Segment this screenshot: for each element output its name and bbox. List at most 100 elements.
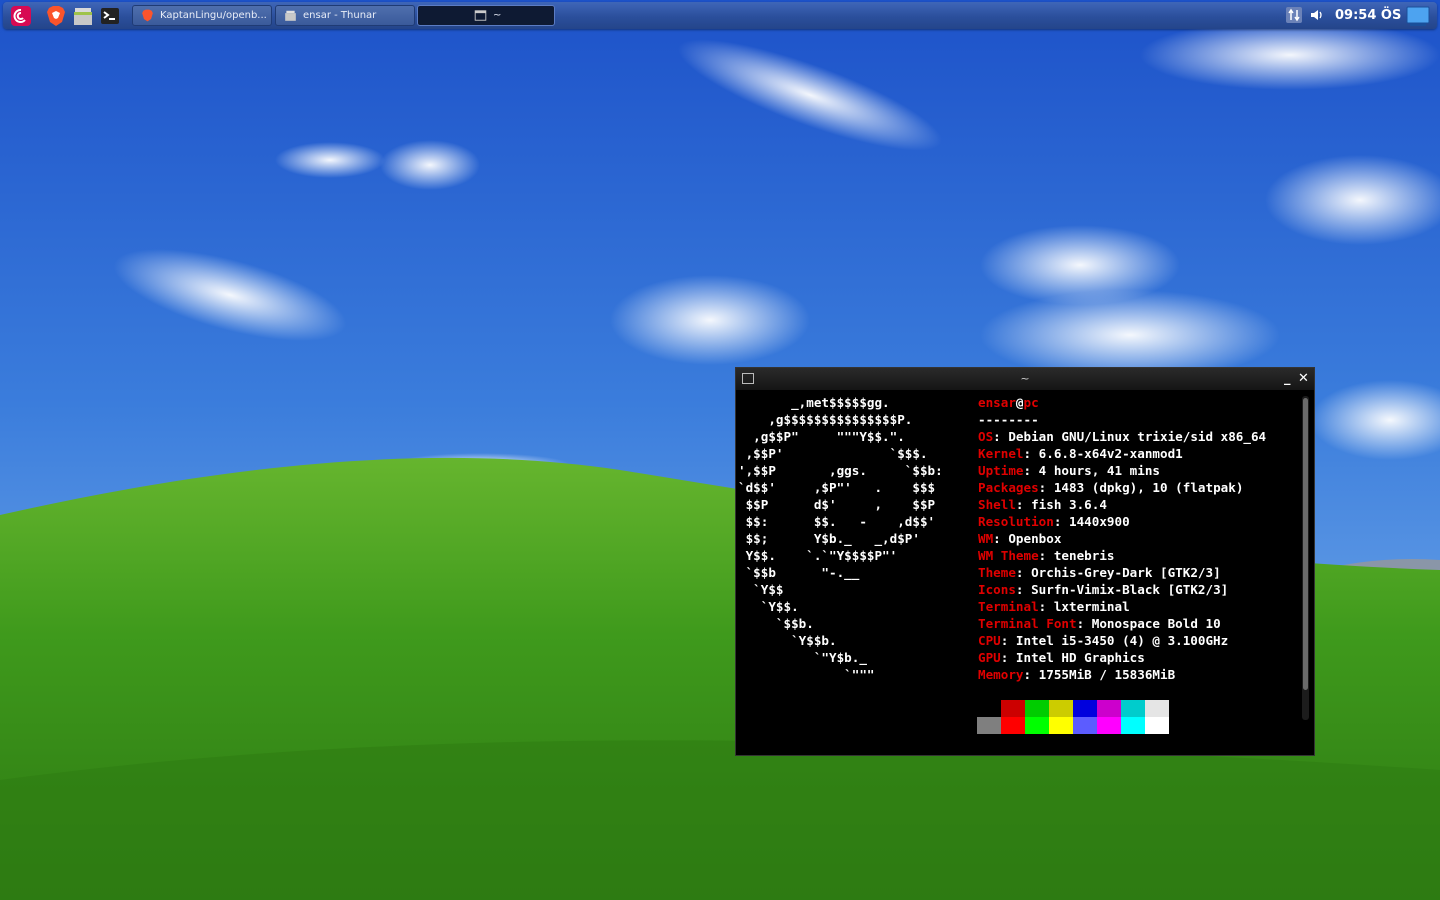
info-row: Uptime: 4 hours, 41 mins	[978, 462, 1266, 479]
close-icon[interactable]: ✕	[1298, 371, 1309, 386]
info-key: WM Theme	[978, 548, 1039, 563]
color-swatch	[977, 717, 1001, 734]
window-titlebar[interactable]: ~ _ ✕	[736, 368, 1314, 390]
info-row: Memory: 1755MiB / 15836MiB	[978, 666, 1266, 683]
info-row: WM Theme: tenebris	[978, 547, 1266, 564]
minimize-icon[interactable]: _	[1284, 371, 1291, 386]
info-colon: :	[1023, 446, 1039, 461]
info-value: 4 hours, 41 mins	[1038, 463, 1160, 478]
info-key: Icons	[978, 582, 1016, 597]
color-swatch	[1001, 700, 1025, 717]
color-swatch	[1049, 700, 1073, 717]
color-swatch	[1145, 717, 1169, 734]
color-swatch	[1145, 700, 1169, 717]
info-value: 6.6.8-x64v2-xanmod1	[1038, 446, 1183, 461]
show-desktop-icon[interactable]	[1406, 5, 1430, 27]
info-colon: :	[1038, 548, 1054, 563]
clock[interactable]: 09:54 ÖS	[1335, 2, 1401, 29]
info-colon: :	[1038, 480, 1054, 495]
ascii-logo-line: `Y$$b.	[738, 633, 837, 648]
info-key: GPU	[978, 650, 1001, 665]
info-key: Resolution	[978, 514, 1054, 529]
info-row: OS: Debian GNU/Linux trixie/sid x86_64	[978, 428, 1266, 445]
terminal-output[interactable]: _,met$$$$$gg. ,g$$$$$$$$$$$$$$$P. ,g$$P"…	[738, 394, 1298, 750]
info-row: Packages: 1483 (dpkg), 10 (flatpak)	[978, 479, 1266, 496]
info-colon: :	[1000, 650, 1016, 665]
ascii-logo-line: `$$b "-.__	[738, 565, 860, 580]
info-colon: :	[993, 429, 1009, 444]
ascii-logo-line: $$: $$. - ,d$$'	[738, 514, 936, 529]
volume-icon[interactable]	[1309, 7, 1325, 23]
scrollbar-thumb[interactable]	[1303, 398, 1308, 690]
info-row: Kernel: 6.6.8-x64v2-xanmod1	[978, 445, 1266, 462]
info-colon: :	[993, 531, 1009, 546]
color-swatch	[1121, 700, 1145, 717]
info-colon: :	[1015, 497, 1032, 512]
info-value: Debian GNU/Linux trixie/sid x86_64	[1008, 429, 1267, 444]
task-button-terminal[interactable]: ~	[417, 5, 555, 26]
color-swatch	[1121, 717, 1145, 734]
task-label: KaptanLingu/openb...	[160, 10, 267, 21]
ascii-logo-line: `Y$$.	[738, 599, 799, 614]
taskbar-panel: KaptanLingu/openb... ensar - Thunar ~ 09…	[3, 2, 1437, 29]
info-colon: :	[1038, 599, 1054, 614]
ascii-logo-line: `"Y$b._	[738, 650, 867, 665]
hostname: pc	[1023, 395, 1039, 410]
terminal-window[interactable]: ~ _ ✕ _,met$$$$$gg. ,g$$$$$$$$$$$$$$$P. …	[735, 367, 1315, 756]
info-row: Shell: fish 3.6.4	[978, 496, 1266, 513]
task-button-thunar[interactable]: ensar - Thunar	[275, 5, 415, 26]
debian-menu-icon[interactable]	[8, 3, 33, 28]
terminal-icon	[474, 10, 487, 21]
info-key: CPU	[978, 633, 1001, 648]
network-transfer-icon[interactable]	[1286, 7, 1302, 23]
color-swatch	[1097, 717, 1121, 734]
ascii-logo-line: `"""	[738, 667, 875, 682]
ascii-logo-line: _,met$$$$$gg.	[738, 395, 890, 410]
color-swatch	[1001, 717, 1025, 734]
brave-browser-icon	[142, 9, 153, 22]
ascii-logo-line: `Y$$	[738, 582, 784, 597]
info-value: 1755MiB / 15836MiB	[1038, 667, 1176, 682]
info-value: Openbox	[1008, 531, 1062, 546]
color-swatch	[1049, 717, 1073, 734]
info-value: Intel i5-3450 (4) @ 3.100GHz	[1015, 633, 1229, 648]
info-row: Resolution: 1440x900	[978, 513, 1266, 530]
info-row: GPU: Intel HD Graphics	[978, 649, 1266, 666]
at-sign: @	[1015, 395, 1024, 410]
color-swatch	[1073, 717, 1097, 734]
info-value: Monospace Bold 10	[1091, 616, 1221, 631]
info-key: Kernel	[978, 446, 1024, 461]
info-colon: :	[1015, 565, 1032, 580]
info-key: Terminal Font	[978, 616, 1077, 631]
ascii-logo-line: ,g$$P" """Y$$.".	[738, 429, 905, 444]
color-swatch	[1025, 717, 1049, 734]
task-label: ensar - Thunar	[303, 10, 377, 21]
info-row: Terminal Font: Monospace Bold 10	[978, 615, 1266, 632]
color-swatch	[1025, 700, 1049, 717]
ascii-logo-line: Y$$. `.`"Y$$$$P"'	[738, 548, 898, 563]
info-value: Surfn-Vimix-Black [GTK2/3]	[1031, 582, 1229, 597]
info-key: Shell	[978, 497, 1016, 512]
info-key: Packages	[978, 480, 1039, 495]
debian-ascii-logo: _,met$$$$$gg. ,g$$$$$$$$$$$$$$$P. ,g$$P"…	[738, 394, 943, 683]
info-row: Terminal: lxterminal	[978, 598, 1266, 615]
info-key: Terminal	[978, 599, 1039, 614]
info-key: Memory	[978, 667, 1024, 682]
info-value: fish 3.6.4	[1031, 497, 1107, 512]
color-swatch	[1097, 700, 1121, 717]
info-key: WM	[978, 531, 994, 546]
info-value: tenebris	[1053, 548, 1115, 563]
info-row: Theme: Orchis-Grey-Dark [GTK2/3]	[978, 564, 1266, 581]
task-button-browser[interactable]: KaptanLingu/openb...	[132, 5, 272, 26]
info-colon: :	[1023, 463, 1039, 478]
ascii-logo-line: ,$$P' `$$$.	[738, 446, 928, 461]
info-colon: :	[1023, 667, 1039, 682]
username: ensar	[978, 395, 1016, 410]
ascii-logo-line: ',$$P ,ggs. `$$b:	[738, 463, 943, 478]
info-row: CPU: Intel i5-3450 (4) @ 3.100GHz	[978, 632, 1266, 649]
file-manager-icon[interactable]	[70, 3, 95, 28]
info-key: Theme	[978, 565, 1016, 580]
info-row: WM: Openbox	[978, 530, 1266, 547]
terminal-icon[interactable]	[97, 3, 122, 28]
brave-browser-icon[interactable]	[43, 3, 68, 28]
